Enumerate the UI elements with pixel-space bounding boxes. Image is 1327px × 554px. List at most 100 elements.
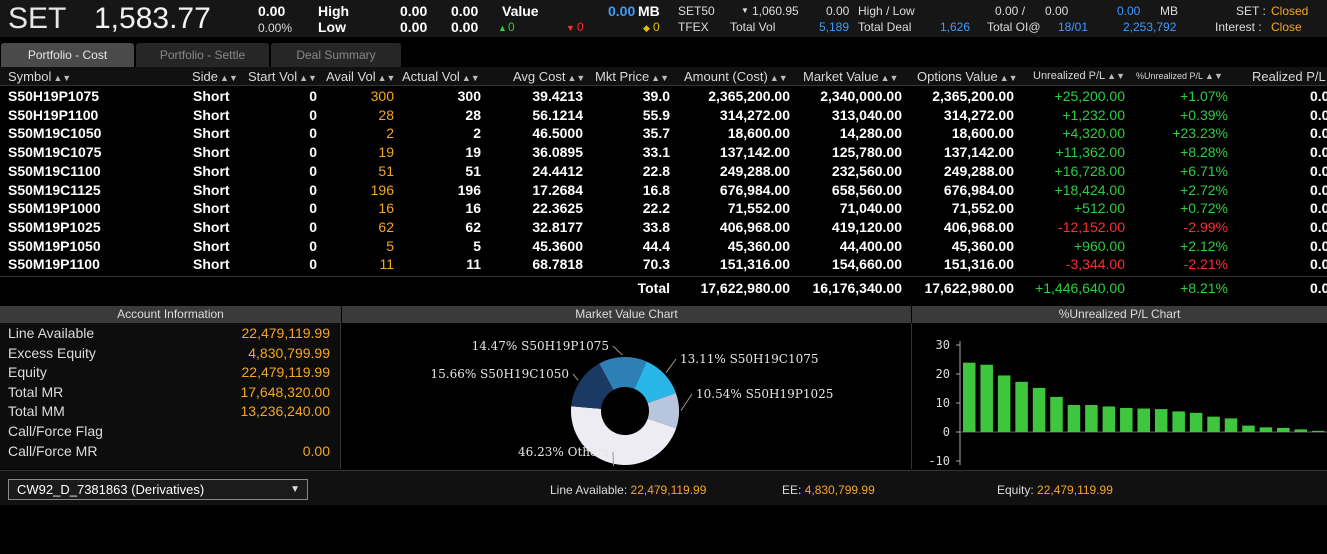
col-symbol[interactable]: Symbol ▲▼ — [8, 67, 71, 86]
table-row[interactable]: S50M19P1100 Short 0 11 11 68.7818 70.3 151,316.… — [0, 255, 1327, 274]
index-change-pct: 0.00% — [258, 21, 293, 35]
col-unrealized-pl[interactable]: Unrealized P/L ▲▼ — [1033, 67, 1125, 86]
bar[interactable] — [1294, 429, 1308, 432]
table-row[interactable]: S50M19P1000 Short 0 16 16 22.3625 22.2 71,552.0… — [0, 199, 1327, 218]
cell-mkt-price: 22.2 — [642, 200, 670, 217]
cell-realized-pl: 0.0 — [1310, 88, 1327, 104]
bar[interactable] — [1189, 412, 1203, 432]
cell-unrealized-pl: +960.00 — [1074, 237, 1125, 254]
table-row[interactable]: S50H19P1100 Short 0 28 28 56.1214 55.9 314,272.… — [0, 106, 1327, 125]
col-side[interactable]: Side ▲▼ — [192, 67, 238, 86]
cell-realized-pl: 0.0 — [1310, 106, 1327, 123]
account-info-title: Account Information — [0, 306, 341, 323]
col-pct-unrealized-pl[interactable]: %Unrealized P/L ▲▼ — [1136, 67, 1223, 86]
bar[interactable] — [1102, 406, 1116, 432]
col-realized-pl[interactable]: Realized P/L▲▼ — [1252, 67, 1327, 86]
cell-pct-unrealized-pl: -2.99% — [1183, 218, 1228, 235]
col-amount-cost[interactable]: Amount (Cost) ▲▼ — [684, 67, 788, 86]
bar[interactable] — [1120, 407, 1133, 432]
portfolio-table: Symbol ▲▼ Side ▲▼ Start Vol ▲▼ Avail Vol ▲▼ … — [0, 67, 1327, 303]
cell-side: Short — [193, 256, 230, 273]
total-realized-pl: 0.0 — [1310, 280, 1327, 296]
cell-pct-unrealized-pl: +8.28% — [1180, 144, 1228, 161]
tab-portfolio-settle[interactable]: Portfolio - Settle — [136, 43, 269, 67]
table-row[interactable]: S50M19P1050 Short 0 5 5 45.3600 44.4 45,360.00 4… — [0, 237, 1327, 256]
table-row[interactable]: S50M19C1050 Short 0 2 2 46.5000 35.7 18,600.00 1… — [0, 124, 1327, 143]
table-header: Symbol ▲▼ Side ▲▼ Start Vol ▲▼ Avail Vol ▲▼ … — [0, 67, 1327, 86]
cell-actual-vol: 11 — [466, 256, 481, 273]
bar[interactable] — [1050, 396, 1063, 432]
cell-avg-cost: 22.3625 — [532, 200, 583, 217]
cell-mkt-price: 35.7 — [642, 125, 670, 142]
table-row[interactable]: S50M19P1025 Short 0 62 62 32.8177 33.8 406,968.… — [0, 218, 1327, 237]
bar[interactable] — [997, 375, 1011, 432]
pl-bar-chart: 30 20 10 0 -10 — [928, 338, 1327, 468]
table-row[interactable]: S50M19C1075 Short 0 19 19 36.0895 33.1 137,142.… — [0, 143, 1327, 162]
col-options-value[interactable]: Options Value ▲▼ — [917, 67, 1018, 86]
cell-amount-cost: 2,365,200.00 — [708, 88, 790, 104]
cell-market-value: 154,660.00 — [831, 256, 902, 273]
bar[interactable] — [1277, 427, 1290, 432]
bar[interactable] — [1259, 427, 1273, 432]
set-status: Closed — [1271, 4, 1309, 18]
value-label: Value — [502, 3, 539, 19]
bar[interactable] — [1067, 405, 1081, 432]
total-unrealized-pl: +1,446,640.00 — [1035, 280, 1125, 296]
cell-pct-unrealized-pl: +2.72% — [1180, 181, 1228, 198]
col-avg-cost[interactable]: Avg Cost ▲▼ — [513, 67, 585, 86]
bar[interactable] — [1207, 416, 1220, 432]
tab-portfolio-cost[interactable]: Portfolio - Cost — [1, 43, 134, 67]
tfex-label: TFEX — [678, 20, 709, 34]
pie-label: 14.47% S50H19P1075 — [472, 339, 609, 353]
sort-icon: ▲▼ — [461, 73, 480, 83]
col-avail-vol[interactable]: Avail Vol ▲▼ — [326, 67, 395, 86]
cell-pct-unrealized-pl: +2.12% — [1180, 237, 1228, 254]
table-row[interactable]: S50H19P1075 Short 0 300 300 39.4213 39.0 2,365,… — [0, 87, 1327, 106]
cell-realized-pl: 0.0 — [1310, 218, 1327, 235]
pie-label: 15.66% S50H19C1050 — [430, 367, 569, 381]
bar[interactable] — [1032, 387, 1046, 432]
down-arrow-icon: ▼ — [566, 23, 575, 33]
cell-start-vol: 0 — [309, 218, 317, 235]
cell-unrealized-pl: +1,232.00 — [1062, 106, 1125, 123]
cell-avail-vol: 5 — [386, 237, 394, 254]
cell-amount-cost: 249,288.00 — [719, 162, 790, 179]
bar[interactable] — [1312, 430, 1325, 432]
bar[interactable] — [980, 364, 993, 432]
table-row[interactable]: S50M19C1100 Short 0 51 51 24.4412 22.8 249,288.… — [0, 162, 1327, 181]
bar[interactable] — [1015, 381, 1028, 432]
account-label: Total MM — [8, 403, 65, 420]
col-market-value[interactable]: Market Value ▲▼ — [803, 67, 898, 86]
cell-market-value: 2,340,000.00 — [820, 88, 902, 104]
col-start-vol[interactable]: Start Vol ▲▼ — [248, 67, 317, 86]
col-mkt-price[interactable]: Mkt Price ▲▼ — [595, 67, 669, 86]
cell-symbol: S50M19C1100 — [8, 162, 101, 179]
bar[interactable] — [1224, 418, 1238, 432]
bar[interactable] — [963, 362, 976, 432]
up-count: 0 — [508, 20, 515, 34]
pie-label-leader — [665, 358, 677, 374]
cell-avail-vol: 28 — [378, 106, 394, 123]
cell-side: Short — [193, 237, 230, 254]
account-select[interactable]: CW92_D_7381863 (Derivatives) ▼ — [8, 479, 308, 500]
total-market-value: 16,176,340.00 — [812, 280, 902, 296]
cell-avg-cost: 32.8177 — [532, 218, 583, 235]
cell-amount-cost: 314,272.00 — [719, 106, 790, 123]
bar[interactable] — [1085, 405, 1098, 432]
cell-pct-unrealized-pl: +23.23% — [1172, 125, 1228, 142]
y-tick-label: 0 — [943, 425, 950, 439]
tab-deal-summary[interactable]: Deal Summary — [271, 43, 401, 67]
col-actual-vol[interactable]: Actual Vol ▲▼ — [402, 67, 480, 86]
bar[interactable] — [1137, 408, 1151, 432]
high-label: High — [318, 3, 350, 19]
cell-options-value: 45,360.00 — [951, 237, 1014, 254]
bar[interactable] — [1242, 425, 1255, 432]
bar[interactable] — [1154, 409, 1168, 432]
pie-label-leader — [680, 393, 693, 411]
cell-options-value: 137,142.00 — [943, 144, 1014, 161]
y-tick-label: 30 — [936, 338, 950, 352]
bar[interactable] — [1172, 411, 1185, 432]
table-row[interactable]: S50M19C1125 Short 0 196 196 17.2684 16.8 676,98… — [0, 181, 1327, 200]
cell-market-value: 313,040.00 — [831, 106, 902, 123]
high-value-2: 0.00 — [451, 3, 479, 19]
